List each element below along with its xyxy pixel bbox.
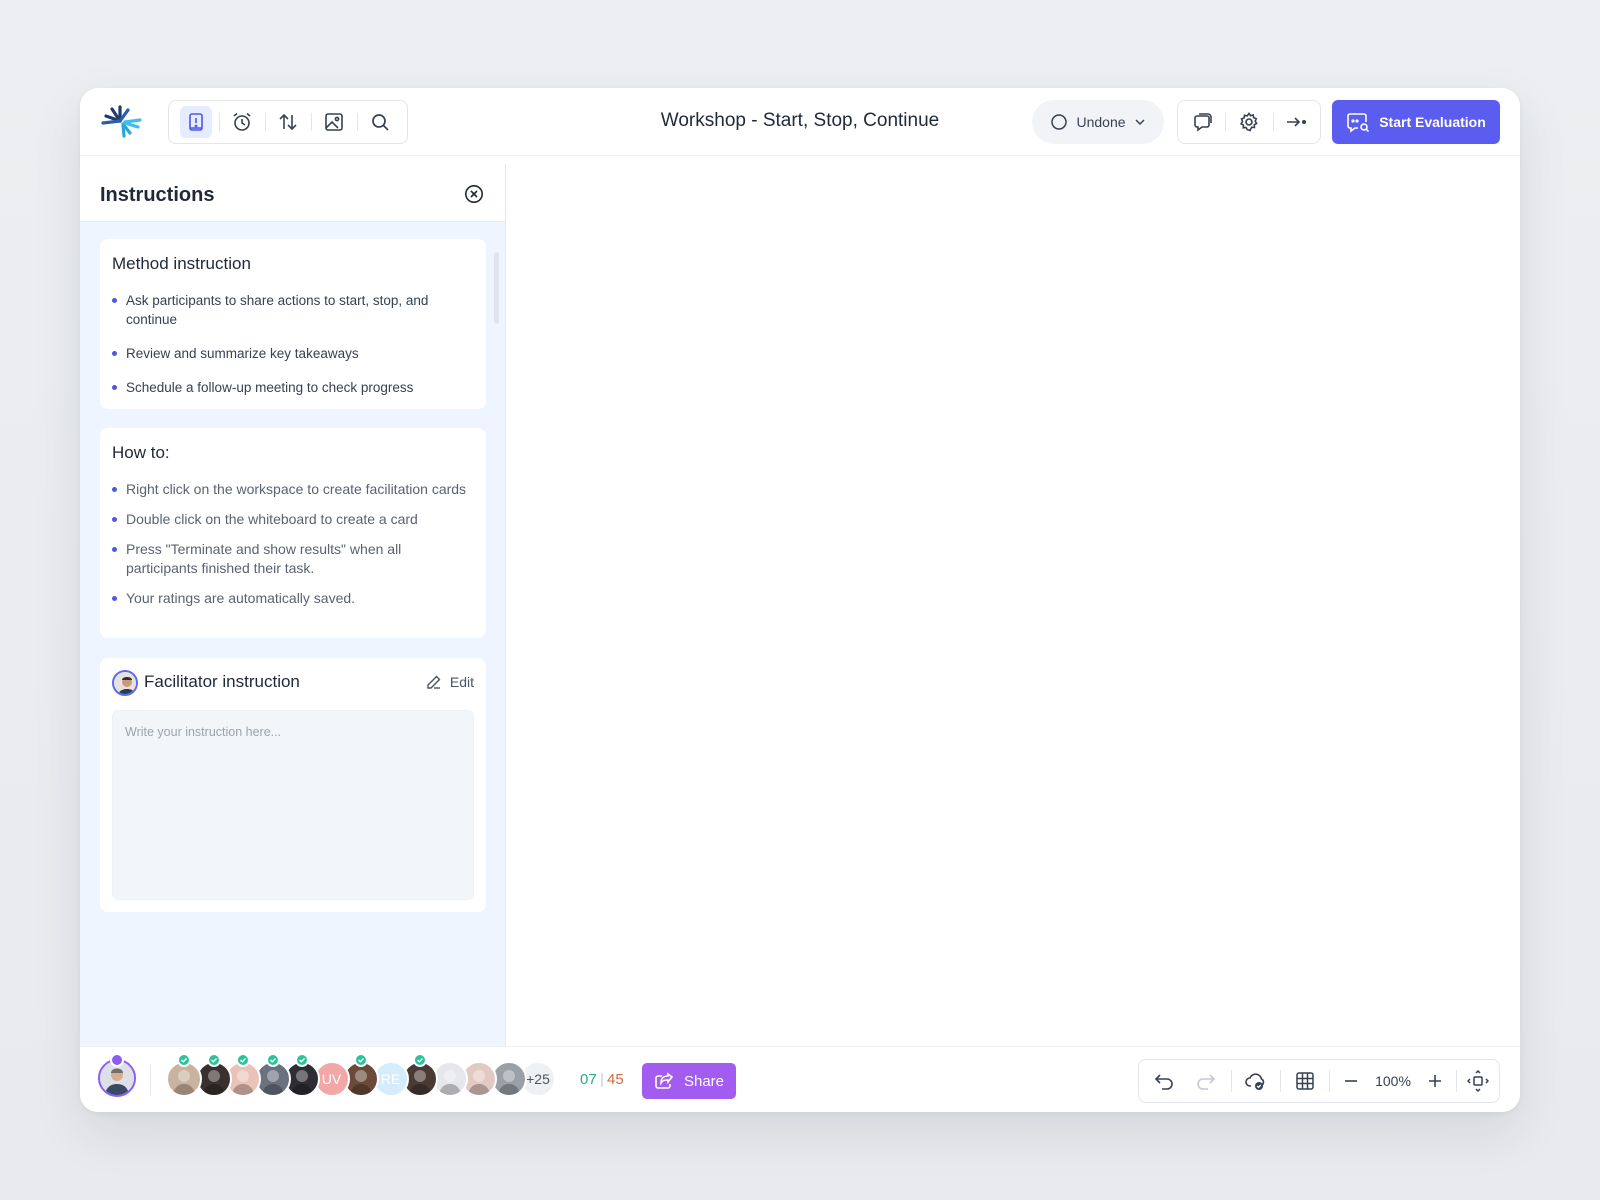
cloud-check-icon <box>1245 1073 1265 1090</box>
person-icon <box>409 1070 431 1095</box>
done-count: 07 <box>580 1071 597 1088</box>
list-item: Right click on the workspace to create f… <box>112 480 470 499</box>
comments-icon <box>1193 113 1212 132</box>
status-dropdown[interactable]: Undone <box>1032 100 1164 144</box>
method-heading: Method instruction <box>112 254 251 273</box>
close-icon[interactable] <box>464 184 484 204</box>
chevron-down-icon <box>1134 119 1145 126</box>
panel-title: Instructions <box>100 184 215 206</box>
divider <box>150 1065 151 1095</box>
share-button[interactable]: Share <box>642 1063 736 1099</box>
redo-button[interactable] <box>1185 1059 1225 1103</box>
grid-button[interactable] <box>1287 1059 1323 1103</box>
share-label: Share <box>683 1072 725 1090</box>
participant-avatars: UV RE +25 <box>166 1053 566 1097</box>
top-bar: Workshop - Start, Stop, Continue Undone <box>80 88 1520 156</box>
minus-icon <box>1345 1080 1357 1082</box>
panel-header: Instructions <box>80 164 505 222</box>
list-item: Your ratings are automatically saved. <box>112 589 470 608</box>
edit-button[interactable]: Edit <box>426 674 474 690</box>
list-item: Ask participants to share actions to sta… <box>112 291 470 329</box>
person-icon <box>350 1070 372 1095</box>
instruction-placeholder: Write your instruction here... <box>125 725 282 739</box>
method-instruction-card: Method instruction Ask participants to s… <box>100 239 486 409</box>
app-window: Workshop - Start, Stop, Continue Undone <box>80 88 1520 1112</box>
undo-icon <box>1154 1074 1173 1090</box>
facilitator-badge-icon <box>110 1053 124 1067</box>
fit-screen-button[interactable] <box>1463 1059 1493 1103</box>
start-evaluation-button[interactable]: Start Evaluation <box>1332 100 1500 144</box>
exit-icon <box>1287 117 1307 127</box>
person-icon <box>497 1070 520 1095</box>
pencil-icon <box>427 675 441 689</box>
list-item: Press "Terminate and show results" when … <box>112 540 470 578</box>
person-icon <box>202 1070 225 1095</box>
person-icon <box>291 1070 313 1095</box>
divider <box>1456 1070 1457 1092</box>
cloud-save-button[interactable] <box>1238 1059 1274 1103</box>
facilitator-heading: Facilitator instruction <box>144 672 300 691</box>
check-icon <box>413 1053 427 1067</box>
check-icon <box>177 1053 191 1067</box>
person-icon <box>261 1070 284 1095</box>
zoom-out-button[interactable] <box>1336 1059 1366 1103</box>
fit-screen-icon <box>1467 1070 1489 1092</box>
check-icon <box>295 1053 309 1067</box>
person-icon <box>232 1070 254 1095</box>
check-icon <box>206 1053 221 1067</box>
plus-icon <box>1429 1075 1441 1087</box>
check-icon <box>265 1053 280 1067</box>
circle-icon <box>1051 114 1068 130</box>
person-icon <box>173 1070 195 1095</box>
bottom-bar: UV RE +25 07 | 45 Share 100% <box>80 1046 1520 1112</box>
list-item: Schedule a follow-up meeting to check pr… <box>112 378 470 397</box>
settings-button[interactable] <box>1225 104 1272 140</box>
exit-button[interactable] <box>1272 104 1320 140</box>
avatar-initials: UV <box>321 1071 342 1087</box>
count-separator: | <box>600 1071 604 1088</box>
divider <box>1329 1070 1330 1092</box>
undo-button[interactable] <box>1145 1059 1185 1103</box>
status-label: Undone <box>1076 114 1126 130</box>
check-icon <box>354 1053 368 1067</box>
redo-icon <box>1197 1074 1216 1090</box>
check-icon <box>236 1053 250 1067</box>
list-item: Review and summarize key takeaways <box>112 344 470 363</box>
how-to-card: How to: Right click on the workspace to … <box>100 428 486 638</box>
facilitator-instruction-field[interactable]: Write your instruction here... <box>112 710 474 900</box>
share-icon <box>655 1072 674 1089</box>
list-item: Double click on the whiteboard to create… <box>112 510 470 529</box>
zoom-level: 100% <box>1375 1073 1411 1089</box>
edit-label: Edit <box>449 674 474 690</box>
avatar-initials: RE <box>380 1071 401 1087</box>
facilitator-card: Facilitator instruction Edit Write your … <box>100 658 486 912</box>
how-to-list: Right click on the workspace to create f… <box>112 480 470 608</box>
right-tool-group <box>1177 100 1321 144</box>
avatar <box>112 670 138 696</box>
method-list: Ask participants to share actions to sta… <box>112 291 470 397</box>
divider <box>1280 1070 1281 1092</box>
zoom-in-button[interactable] <box>1420 1059 1450 1103</box>
gear-icon <box>1239 112 1258 132</box>
total-count: 45 <box>607 1071 624 1088</box>
comments-button[interactable] <box>1178 104 1225 140</box>
panel-scrollbar[interactable] <box>494 252 499 324</box>
grid-icon <box>1296 1072 1314 1090</box>
how-to-heading: How to: <box>112 443 170 462</box>
instructions-panel: Instructions Method instruction Ask part… <box>80 164 506 1046</box>
person-icon <box>438 1070 461 1095</box>
canvas-controls: 100% <box>1138 1059 1500 1103</box>
divider <box>1231 1070 1232 1092</box>
start-evaluation-label: Start Evaluation <box>1379 114 1486 130</box>
person-icon <box>468 1070 490 1095</box>
chat-search-icon <box>1347 113 1370 133</box>
